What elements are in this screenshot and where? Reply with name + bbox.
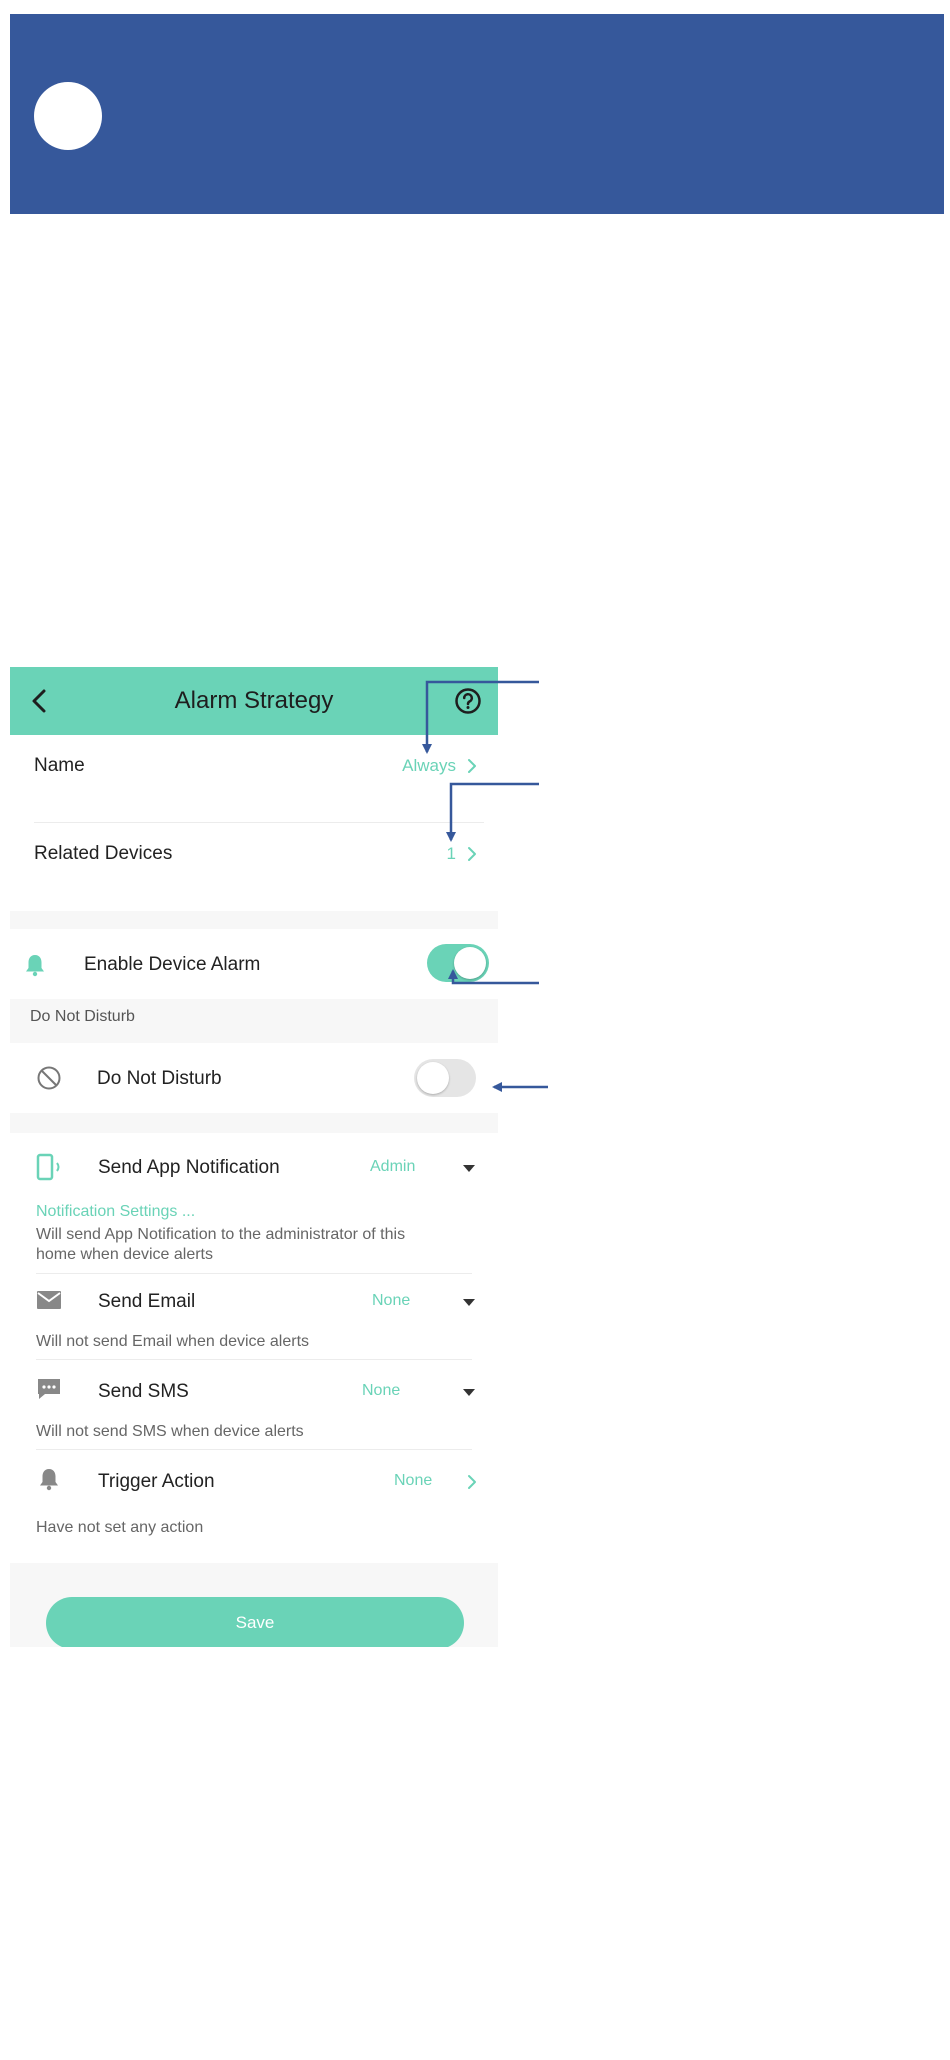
dnd-toggle[interactable] — [414, 1059, 476, 1097]
name-label: Name — [34, 755, 85, 776]
dnd-row: Do Not Disturb — [10, 1043, 498, 1113]
sms-recipient[interactable]: None — [362, 1382, 400, 1400]
trigger-action-label: Trigger Action — [98, 1471, 215, 1492]
app-notification-recipient[interactable]: Admin — [370, 1158, 415, 1176]
enable-alarm-toggle[interactable] — [427, 944, 489, 982]
email-label: Send Email — [98, 1291, 196, 1312]
notification-settings-link[interactable]: Notification Settings ... — [36, 1203, 195, 1221]
sms-desc: Will not send SMS when device alerts — [36, 1423, 304, 1440]
divider — [36, 1449, 472, 1450]
caret-down-icon[interactable] — [463, 1299, 475, 1306]
page-title: Alarm Strategy — [174, 687, 334, 714]
enable-alarm-label: Enable Device Alarm — [84, 954, 261, 975]
divider — [36, 1359, 472, 1360]
trigger-action-desc: Have not set any action — [36, 1519, 204, 1536]
name-value: Always — [402, 756, 456, 775]
toggle-knob — [454, 947, 486, 979]
related-devices-label: Related Devices — [34, 843, 173, 864]
caret-down-icon[interactable] — [463, 1389, 475, 1396]
phone-vibrate-icon — [36, 1153, 60, 1181]
phone-screen: Alarm Strategy Name Always Related Devic… — [10, 667, 498, 1647]
name-row[interactable]: Name Always — [10, 735, 498, 805]
app-notification-desc-line2: home when device alerts — [36, 1246, 213, 1263]
enable-alarm-row: Enable Device Alarm — [10, 929, 498, 999]
email-recipient[interactable]: None — [372, 1292, 410, 1310]
sms-label: Send SMS — [98, 1381, 189, 1402]
trigger-action-row[interactable]: Trigger Action None — [10, 1453, 498, 1513]
related-devices-count: 1 — [446, 844, 456, 863]
save-button[interactable]: Save — [46, 1597, 464, 1647]
app-header: Alarm Strategy — [10, 667, 498, 735]
strategy-info-card: Name Always Related Devices 1 — [10, 735, 498, 911]
envelope-icon — [37, 1291, 61, 1309]
related-devices-row[interactable]: Related Devices 1 — [10, 823, 498, 911]
app-notification-desc-line1: Will send App Notification to the admini… — [36, 1226, 406, 1243]
trigger-action-value: None — [394, 1472, 433, 1489]
notification-methods-card: Send App Notification Admin Notification… — [10, 1133, 498, 1563]
banner-circle-marker — [34, 82, 102, 150]
app-notification-label: Send App Notification — [98, 1157, 280, 1178]
dnd-section-header: Do Not Disturb — [30, 1008, 135, 1025]
divider — [36, 1273, 472, 1274]
dnd-label: Do Not Disturb — [97, 1068, 222, 1089]
question-circle-icon[interactable] — [454, 687, 482, 715]
bell-icon — [26, 955, 44, 977]
chevron-right-icon — [468, 1475, 476, 1489]
top-banner — [10, 14, 944, 214]
toggle-knob — [417, 1062, 449, 1094]
caret-down-icon[interactable] — [463, 1165, 475, 1172]
no-sign-icon — [37, 1066, 61, 1090]
chevron-right-icon — [468, 759, 476, 773]
email-desc: Will not send Email when device alerts — [36, 1333, 310, 1350]
chevron-right-icon — [468, 847, 476, 861]
message-bubble-icon — [38, 1379, 60, 1399]
